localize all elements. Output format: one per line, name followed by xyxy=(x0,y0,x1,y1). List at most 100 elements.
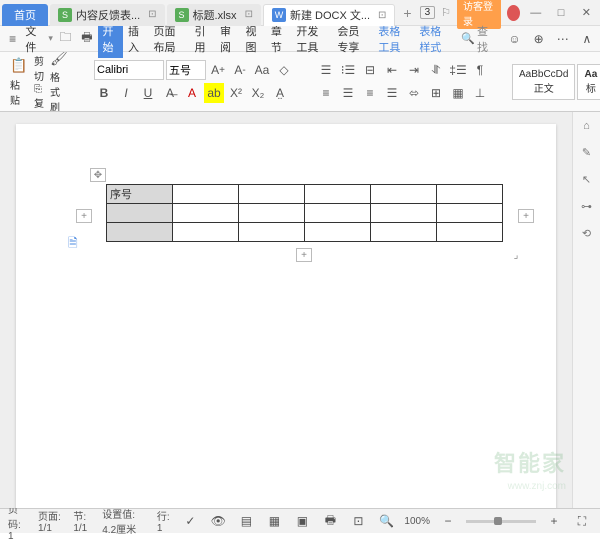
insert-right-handle[interactable]: + xyxy=(518,209,534,223)
comment-icon[interactable]: 🗎 xyxy=(68,234,78,255)
table-cell[interactable] xyxy=(371,223,437,242)
paste-button[interactable]: 📋 粘贴 xyxy=(6,55,32,109)
shrink-font-icon[interactable]: A- xyxy=(230,60,250,80)
copy-button[interactable]: ⎘ 复制 xyxy=(34,84,44,112)
table-cell[interactable] xyxy=(305,223,371,242)
table-cell[interactable] xyxy=(305,204,371,223)
sort-button[interactable]: ⥯ xyxy=(426,60,446,80)
style-normal[interactable]: AaBbCcDd 正文 xyxy=(512,64,575,100)
align-right-button[interactable]: ≡ xyxy=(360,83,380,103)
tab-home[interactable]: 首页 xyxy=(2,4,48,26)
distribute-button[interactable]: ⬄ xyxy=(404,83,424,103)
superscript-button[interactable]: X² xyxy=(226,83,246,103)
bold-button[interactable]: B xyxy=(94,83,114,103)
settings-icon[interactable]: ☺ xyxy=(505,29,523,49)
table-cell[interactable] xyxy=(173,223,239,242)
highlight-button[interactable]: ab xyxy=(204,83,224,103)
table-cell[interactable] xyxy=(371,204,437,223)
table-cell[interactable] xyxy=(239,204,305,223)
justify-button[interactable]: ☰ xyxy=(382,83,402,103)
table-cell[interactable] xyxy=(173,204,239,223)
table-row[interactable] xyxy=(107,223,503,242)
table-cell[interactable] xyxy=(107,204,173,223)
strike-button[interactable]: A̶ xyxy=(160,83,180,103)
format-painter-button[interactable]: 🖌 格式刷 xyxy=(46,52,72,112)
tab-file-2[interactable]: W 新建 DOCX 文... ⊡ xyxy=(263,4,395,26)
line-spacing-button[interactable]: ‡☰ xyxy=(448,60,468,80)
table-cell[interactable]: 序号 xyxy=(107,185,173,204)
table-cell[interactable] xyxy=(239,223,305,242)
cut-button[interactable]: ✂ 剪切 xyxy=(34,52,44,83)
font-name-select[interactable] xyxy=(94,60,164,80)
italic-button[interactable]: I xyxy=(116,83,136,103)
zoom-out-button[interactable]: − xyxy=(438,511,458,531)
zoom-slider[interactable] xyxy=(466,520,536,523)
tab-file-1[interactable]: S 标题.xlsx ⊡ xyxy=(167,4,261,26)
refresh-icon[interactable]: ⟲ xyxy=(582,227,591,240)
phonetic-button[interactable]: A̤ xyxy=(270,83,290,103)
close-icon[interactable]: ⊡ xyxy=(148,9,156,20)
tab-table-style[interactable]: 表格样式 xyxy=(414,20,455,58)
table-cell[interactable] xyxy=(173,185,239,204)
notification-badge[interactable]: 3 xyxy=(420,6,436,19)
page-layout-icon[interactable]: ▦ xyxy=(264,511,284,531)
align-center-button[interactable]: ☰ xyxy=(338,83,358,103)
page-scroll[interactable]: ✥ 🗎 序号 + + + ⌟ xyxy=(0,112,572,508)
shading-button[interactable]: ▦ xyxy=(448,83,468,103)
increase-indent-button[interactable]: ⇥ xyxy=(404,60,424,80)
numbering-button[interactable]: ⁝☰ xyxy=(338,60,358,80)
cursor-icon[interactable]: ↖ xyxy=(582,173,591,186)
bullets-button[interactable]: ☰ xyxy=(316,60,336,80)
avatar[interactable] xyxy=(507,5,520,21)
borders-button[interactable]: ⊞ xyxy=(426,83,446,103)
table-cell[interactable] xyxy=(239,185,305,204)
decrease-indent-button[interactable]: ⇤ xyxy=(382,60,402,80)
add-tab-button[interactable]: + xyxy=(395,5,419,21)
cloud-icon[interactable]: ⌂ xyxy=(583,120,590,132)
maximize-button[interactable]: □ xyxy=(551,7,570,19)
zoom-search-icon[interactable]: 🔍 xyxy=(376,511,396,531)
collapse-icon[interactable]: ∧ xyxy=(578,29,596,49)
underline-button[interactable]: U xyxy=(138,83,158,103)
multilevel-button[interactable]: ⊟ xyxy=(360,60,380,80)
fullscreen-icon[interactable]: ⛶ xyxy=(572,511,592,531)
print-layout-icon[interactable]: 🖶 xyxy=(320,511,340,531)
clear-format-icon[interactable]: ◇ xyxy=(274,60,294,80)
close-button[interactable]: ✕ xyxy=(577,6,596,19)
close-icon[interactable]: ⊡ xyxy=(245,9,253,20)
table-cell[interactable] xyxy=(107,223,173,242)
slider-icon[interactable]: ⊶ xyxy=(581,200,592,213)
tabs-button[interactable]: ⊥ xyxy=(470,83,490,103)
file-menu[interactable]: 文件 xyxy=(25,23,44,55)
zoom-value[interactable]: 100% xyxy=(404,516,430,527)
show-marks-button[interactable]: ¶ xyxy=(470,60,490,80)
pencil-icon[interactable]: ✎ xyxy=(582,146,591,159)
web-layout-icon[interactable]: ▣ xyxy=(292,511,312,531)
table-move-handle[interactable]: ✥ xyxy=(90,168,106,182)
align-left-button[interactable]: ≡ xyxy=(316,83,336,103)
table-cell[interactable] xyxy=(305,185,371,204)
more-icon[interactable]: ⋯ xyxy=(554,29,572,49)
outline-icon[interactable]: ▤ xyxy=(236,511,256,531)
zoom-fit-icon[interactable]: ⊡ xyxy=(348,511,368,531)
subscript-button[interactable]: X₂ xyxy=(248,83,268,103)
font-size-select[interactable] xyxy=(166,60,206,80)
table-cell[interactable] xyxy=(437,204,503,223)
style-heading[interactable]: Aa 标 xyxy=(577,64,600,100)
table-cell[interactable] xyxy=(371,185,437,204)
spell-check-icon[interactable]: ✓ xyxy=(180,511,200,531)
tab-file-0[interactable]: S 内容反馈表... ⊡ xyxy=(50,4,165,26)
insert-bottom-handle[interactable]: + xyxy=(296,248,312,262)
app-menu-icon[interactable]: ≡ xyxy=(4,29,21,49)
document-table[interactable]: 序号 xyxy=(106,184,503,242)
font-color-button[interactable]: A xyxy=(182,83,202,103)
table-cell[interactable] xyxy=(437,185,503,204)
open-icon[interactable]: 🗀 xyxy=(57,29,74,49)
print-icon[interactable]: 🖶 xyxy=(78,29,95,49)
close-icon[interactable]: ⊡ xyxy=(378,10,386,21)
grow-font-icon[interactable]: A+ xyxy=(208,60,228,80)
read-mode-icon[interactable]: 👁 xyxy=(208,511,228,531)
zoom-in-button[interactable]: + xyxy=(544,511,564,531)
table-row[interactable]: 序号 xyxy=(107,185,503,204)
table-row[interactable] xyxy=(107,204,503,223)
